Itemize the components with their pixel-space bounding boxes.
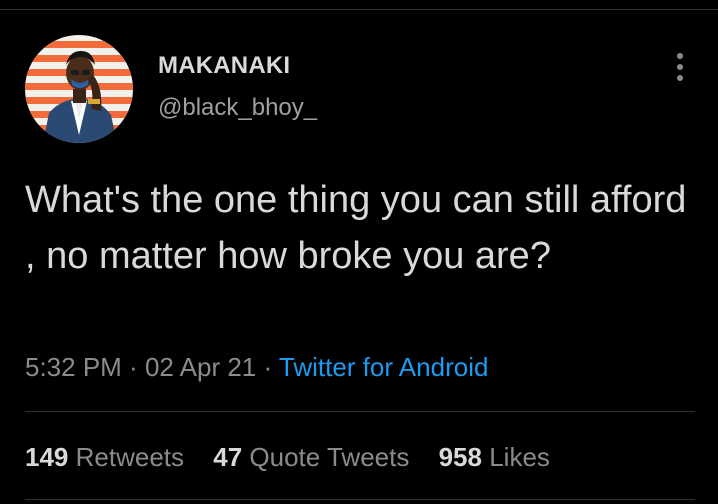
tweet-source-link[interactable]: Twitter for Android bbox=[279, 352, 489, 382]
likes-count: 958 bbox=[438, 442, 482, 472]
display-name[interactable]: MAKANAKI bbox=[158, 50, 317, 82]
tweet-text: What's the one thing you can still affor… bbox=[25, 179, 687, 277]
engagement-stats: 149 Retweets 47 Quote Tweets 958 Likes bbox=[25, 440, 572, 474]
author-block: MAKANAKI @black_bhoy_ bbox=[158, 50, 317, 124]
tweet-date[interactable]: 02 Apr 21 bbox=[145, 352, 256, 382]
top-divider bbox=[0, 0, 718, 10]
retweets-label: Retweets bbox=[75, 442, 185, 472]
stats-divider-bottom bbox=[25, 499, 695, 500]
stats-divider-top bbox=[25, 411, 695, 412]
quote-tweets-label: Quote Tweets bbox=[249, 442, 410, 472]
likes-stat[interactable]: 958 Likes bbox=[439, 440, 550, 474]
retweets-stat[interactable]: 149 Retweets bbox=[25, 440, 184, 474]
dot bbox=[677, 75, 683, 81]
quote-tweets-count: 47 bbox=[213, 442, 243, 472]
tweet-meta: 5:32 PM · 02 Apr 21 · Twitter for Androi… bbox=[25, 350, 488, 384]
user-handle[interactable]: @black_bhoy_ bbox=[158, 92, 317, 124]
avatar[interactable] bbox=[25, 35, 133, 143]
quote-tweets-stat[interactable]: 47 Quote Tweets bbox=[213, 440, 409, 474]
tweet-time[interactable]: 5:32 PM bbox=[25, 352, 122, 382]
dot bbox=[677, 64, 683, 70]
more-vertical-icon[interactable] bbox=[666, 50, 694, 84]
dot bbox=[677, 53, 683, 59]
retweets-count: 149 bbox=[25, 442, 69, 472]
meta-separator: · bbox=[256, 352, 279, 382]
avatar-illustration bbox=[25, 35, 133, 143]
meta-separator: · bbox=[121, 352, 145, 382]
likes-label: Likes bbox=[489, 442, 550, 472]
